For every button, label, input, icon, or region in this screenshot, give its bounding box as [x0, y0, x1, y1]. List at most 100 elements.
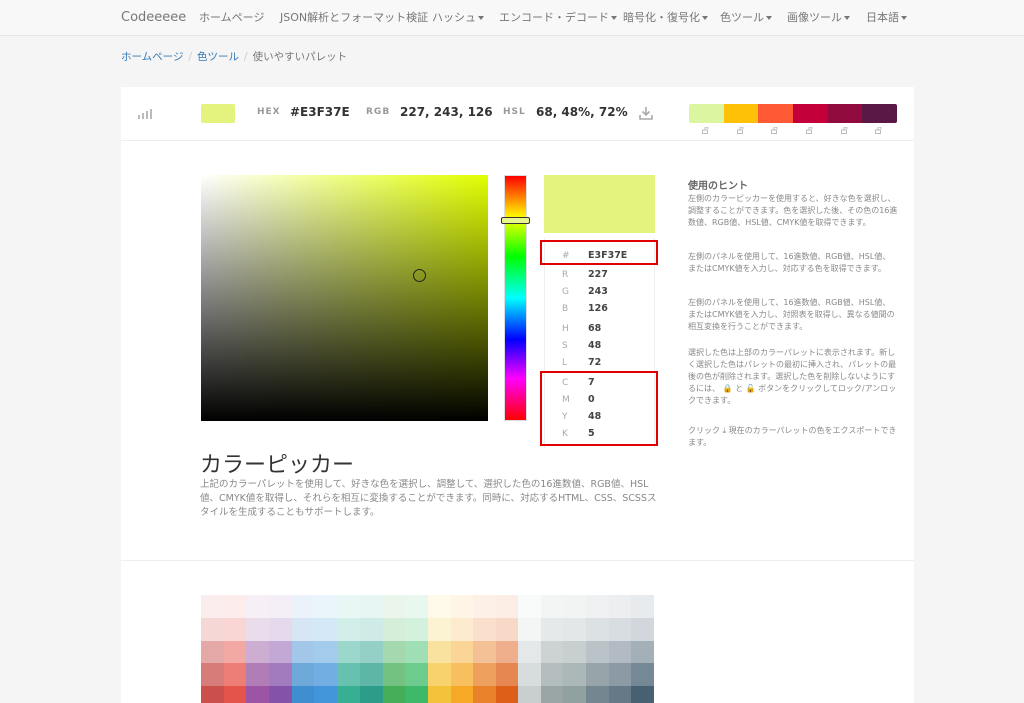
value-input-l[interactable]: 72	[588, 357, 601, 368]
value-input-b[interactable]: 126	[588, 303, 608, 314]
palette-swatch[interactable]	[793, 104, 828, 123]
swatch-cell[interactable]	[563, 595, 587, 618]
swatch-cell[interactable]	[223, 595, 247, 618]
unlock-icon[interactable]	[771, 127, 779, 134]
swatch-cell[interactable]	[201, 663, 224, 687]
swatch-cell[interactable]	[291, 595, 315, 618]
swatch-cell[interactable]	[473, 617, 496, 641]
swatch-cell[interactable]	[450, 617, 474, 641]
swatch-cell[interactable]	[246, 640, 270, 664]
swatch-cell[interactable]	[473, 640, 496, 664]
palette-swatch[interactable]	[758, 104, 794, 123]
swatch-cell[interactable]	[608, 595, 632, 618]
rgb-value[interactable]: 227, 243, 126	[400, 105, 493, 119]
swatch-cell[interactable]	[314, 686, 338, 703]
swatch-cell[interactable]	[291, 617, 315, 641]
swatch-cell[interactable]	[314, 640, 338, 664]
swatch-cell[interactable]	[269, 686, 292, 703]
swatch-cell[interactable]	[540, 686, 564, 703]
swatch-cell[interactable]	[314, 617, 338, 641]
swatch-cell[interactable]	[495, 617, 519, 641]
swatch-cell[interactable]	[473, 686, 496, 703]
swatch-cell[interactable]	[405, 640, 428, 664]
swatch-cell[interactable]	[631, 595, 655, 618]
swatch-cell[interactable]	[586, 617, 609, 641]
swatch-cell[interactable]	[223, 617, 247, 641]
swatch-cell[interactable]	[405, 686, 428, 703]
unlock-icon[interactable]	[875, 127, 883, 134]
swatch-cell[interactable]	[631, 617, 655, 641]
swatch-cell[interactable]	[291, 640, 315, 664]
unlock-icon[interactable]	[840, 127, 849, 134]
swatch-cell[interactable]	[608, 686, 632, 703]
swatch-cell[interactable]	[563, 663, 587, 687]
palette-swatch[interactable]	[689, 104, 724, 123]
swatch-cell[interactable]	[586, 686, 609, 703]
swatch-cell[interactable]	[450, 686, 474, 703]
swatch-cell[interactable]	[223, 686, 247, 703]
swatch-cell[interactable]	[427, 640, 451, 664]
swatch-cell[interactable]	[337, 617, 360, 641]
unlock-icon[interactable]	[806, 127, 814, 134]
hue-slider-handle[interactable]	[501, 217, 530, 224]
swatch-cell[interactable]	[405, 663, 428, 687]
palette-swatch[interactable]	[827, 104, 863, 123]
nav-item-language[interactable]: 日本語	[866, 0, 907, 36]
hue-slider[interactable]	[504, 175, 527, 421]
value-input-s[interactable]: 48	[588, 340, 601, 351]
swatch-cell[interactable]	[518, 595, 541, 618]
swatch-cell[interactable]	[518, 663, 541, 687]
unlock-icon[interactable]	[736, 127, 745, 134]
swatch-cell[interactable]	[223, 663, 247, 687]
swatch-cell[interactable]	[450, 663, 474, 687]
swatch-cell[interactable]	[291, 663, 315, 687]
swatch-cell[interactable]	[631, 686, 655, 703]
swatch-cell[interactable]	[359, 686, 383, 703]
swatch-cell[interactable]	[201, 617, 224, 641]
palette-swatch[interactable]	[862, 104, 898, 123]
swatch-cell[interactable]	[518, 686, 541, 703]
value-input-r[interactable]: 227	[588, 269, 608, 280]
swatch-cell[interactable]	[563, 686, 587, 703]
swatch-cell[interactable]	[269, 663, 292, 687]
swatch-cell[interactable]	[201, 640, 224, 664]
swatch-cell[interactable]	[540, 617, 564, 641]
swatch-cell[interactable]	[473, 663, 496, 687]
swatch-cell[interactable]	[473, 595, 496, 618]
swatch-cell[interactable]	[337, 686, 360, 703]
nav-item-home[interactable]: ホームページ	[199, 0, 264, 36]
swatch-cell[interactable]	[631, 640, 655, 664]
swatch-cell[interactable]	[382, 617, 406, 641]
swatch-cell[interactable]	[495, 663, 519, 687]
swatch-cell[interactable]	[314, 663, 338, 687]
swatch-cell[interactable]	[291, 686, 315, 703]
swatch-cell[interactable]	[201, 686, 224, 703]
swatch-cell[interactable]	[518, 640, 541, 664]
bars-chart-icon[interactable]	[138, 109, 154, 119]
swatch-cell[interactable]	[382, 595, 406, 618]
hex-value[interactable]: #E3F37E	[290, 105, 350, 119]
swatch-cell[interactable]	[450, 595, 474, 618]
value-input-h[interactable]: 68	[588, 323, 601, 334]
swatch-cell[interactable]	[495, 595, 519, 618]
swatch-cell[interactable]	[246, 617, 270, 641]
swatch-cell[interactable]	[540, 663, 564, 687]
hsl-value[interactable]: 68, 48%, 72%	[536, 105, 628, 119]
nav-item-image-tools[interactable]: 画像ツール	[787, 0, 850, 36]
swatch-cell[interactable]	[337, 663, 360, 687]
swatch-cell[interactable]	[608, 640, 632, 664]
swatch-cell[interactable]	[563, 640, 587, 664]
swatch-cell[interactable]	[337, 595, 360, 618]
swatch-cell[interactable]	[405, 617, 428, 641]
swatch-cell[interactable]	[450, 640, 474, 664]
brand-logo[interactable]: Codeeeee	[121, 0, 186, 36]
swatch-cell[interactable]	[608, 617, 632, 641]
swatch-cell[interactable]	[269, 617, 292, 641]
swatch-cell[interactable]	[540, 595, 564, 618]
swatch-cell[interactable]	[269, 640, 292, 664]
swatch-cell[interactable]	[495, 686, 519, 703]
nav-item-json[interactable]: JSON解析とフォーマット検証	[280, 0, 428, 36]
swatch-cell[interactable]	[405, 595, 428, 618]
swatch-cell[interactable]	[427, 663, 451, 687]
swatch-cell[interactable]	[201, 595, 224, 618]
